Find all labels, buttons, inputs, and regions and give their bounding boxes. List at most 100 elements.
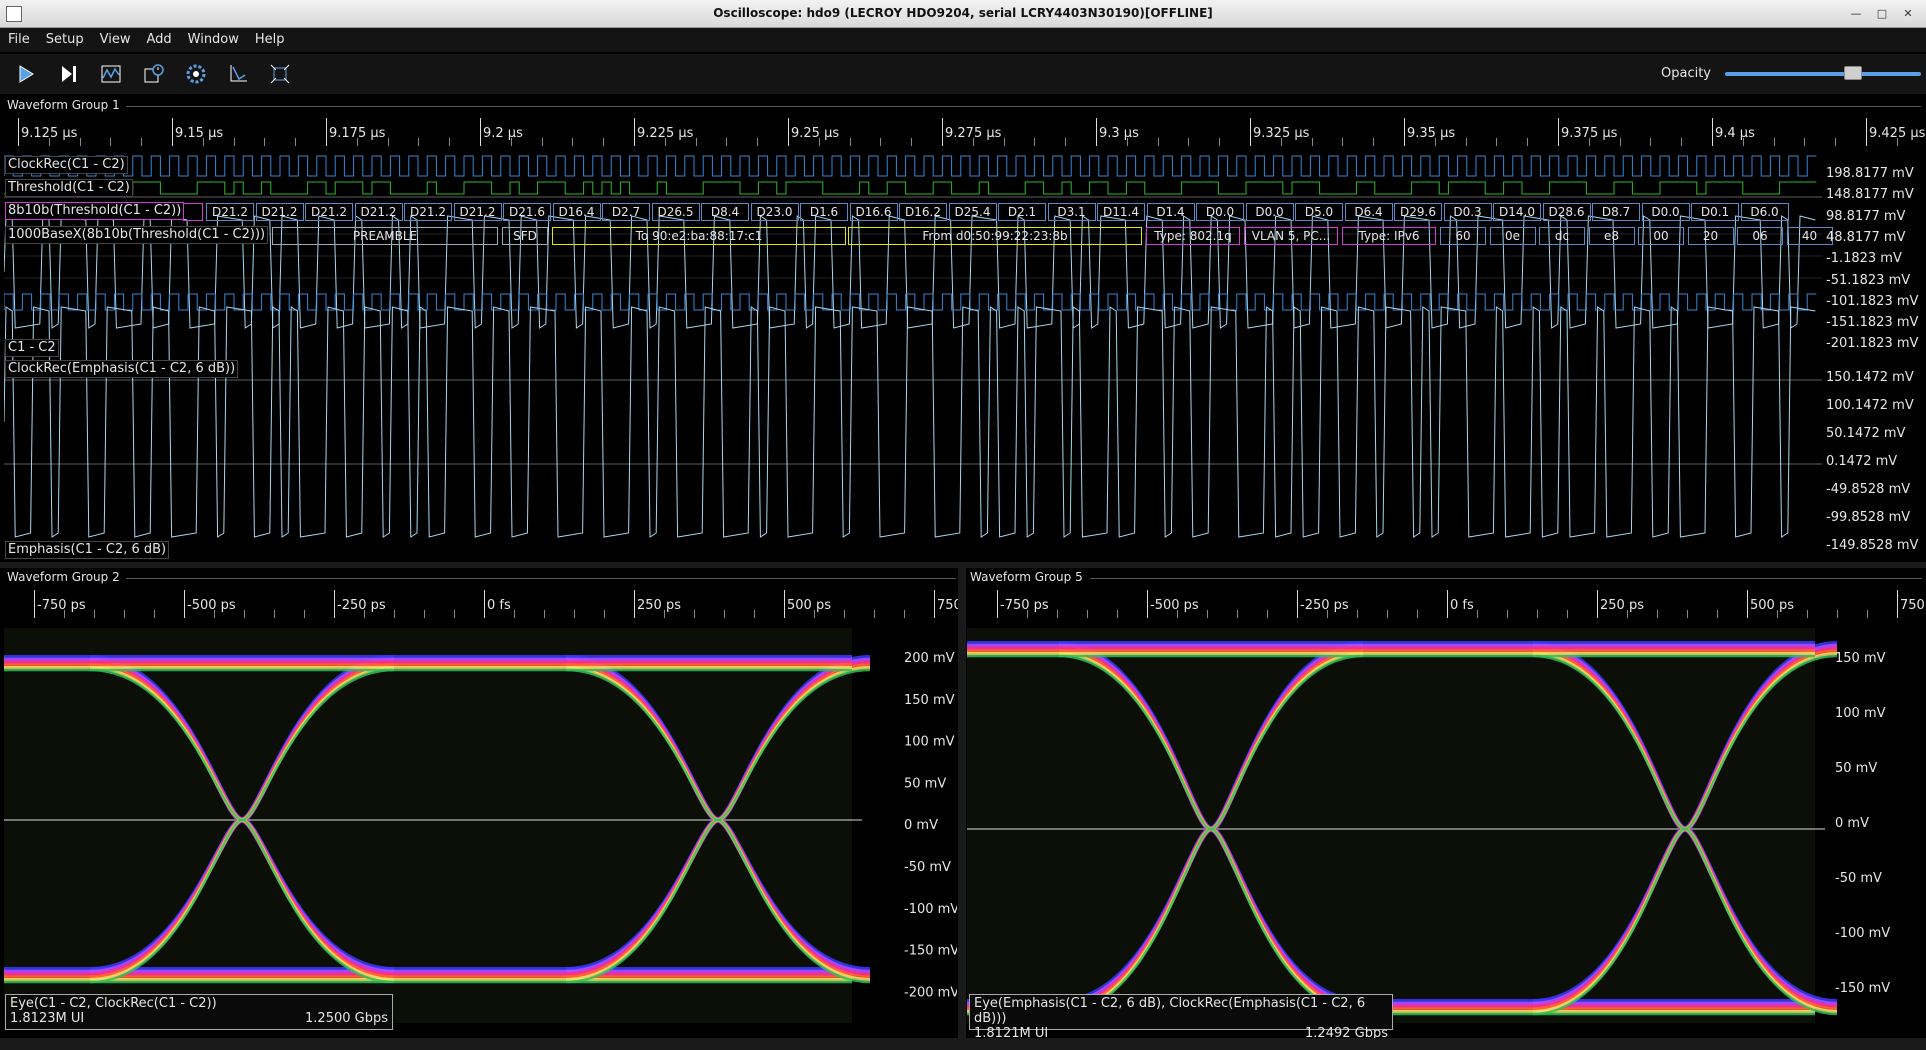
group1-tick-label: 9.375 µs — [1561, 126, 1618, 141]
symbol-8b10b[interactable]: D21.2 — [354, 203, 403, 221]
symbol-8b10b[interactable]: D21.2 — [404, 203, 452, 221]
menu-view[interactable]: View — [92, 28, 139, 52]
packet-byte[interactable]: 20 — [1687, 227, 1734, 245]
group1-tick-label: 9.35 µs — [1407, 126, 1456, 141]
close-icon[interactable]: ✕ — [1898, 5, 1918, 23]
emphasis-label[interactable]: Emphasis(C1 - C2, 6 dB) — [5, 541, 170, 559]
group5-tick-label: 250 ps — [1600, 598, 1644, 613]
packet-byte[interactable]: 0e — [1489, 227, 1536, 245]
group2-divider — [126, 578, 956, 579]
packet-byte[interactable]: 00 — [1638, 227, 1684, 245]
yaxis-label: -150 mV — [904, 944, 957, 959]
symbol-8b10b[interactable]: D28.6 — [1542, 203, 1591, 221]
yaxis-label: -99.8528 mV — [1826, 510, 1911, 525]
menu-window[interactable]: Window — [180, 28, 247, 52]
group5-minor-tick — [1567, 610, 1568, 618]
history-icon[interactable] — [140, 60, 168, 88]
group1-minor-tick — [1311, 138, 1313, 146]
group1-minor-tick — [911, 138, 913, 146]
symbol-8b10b[interactable]: D25.4 — [948, 203, 997, 221]
symbol-8b10b[interactable]: D21.2 — [206, 203, 254, 221]
opacity-slider-thumb[interactable] — [1844, 66, 1862, 80]
symbol-8b10b[interactable]: D21.2 — [255, 203, 304, 221]
group2-tick-mark — [634, 590, 635, 618]
symbol-8b10b[interactable]: D16.2 — [899, 203, 947, 221]
menu-setup[interactable]: Setup — [38, 28, 92, 52]
symbol-8b10b[interactable]: D21.2 — [453, 203, 502, 221]
symbol-8b10b[interactable]: D6.4 — [1344, 203, 1393, 221]
packet-sfd[interactable]: SFD — [502, 227, 548, 245]
symbol-8b10b[interactable]: D8.7 — [1592, 203, 1640, 221]
packet-byte[interactable]: dc — [1539, 227, 1585, 245]
group2-eye-ui: 1.8123M UI — [10, 1011, 85, 1026]
clockrec-emphasis-label[interactable]: ClockRec(Emphasis(C1 - C2, 6 dB)) — [5, 360, 239, 378]
maximize-icon[interactable]: □ — [1872, 5, 1892, 23]
menu-help[interactable]: Help — [247, 28, 293, 52]
group5-eye-info[interactable]: Eye(Emphasis(C1 - C2, 6 dB), ClockRec(Em… — [969, 994, 1393, 1041]
symbol-8b10b[interactable]: D5.0 — [1295, 203, 1343, 221]
yaxis-label: 98.8177 mV — [1826, 208, 1906, 224]
symbol-8b10b[interactable]: D0.0 — [1196, 203, 1244, 221]
symbol-8b10b[interactable]: D3.1 — [1047, 203, 1096, 221]
group1-minor-tick — [1527, 138, 1529, 146]
step-icon[interactable] — [55, 60, 83, 88]
packet-byte[interactable]: e8 — [1588, 227, 1635, 245]
group2-minor-tick — [514, 610, 515, 618]
symbol-8b10b[interactable]: D11.4 — [1097, 203, 1145, 221]
group1-timeline[interactable]: 9.125 µs 9.15 µs 9.175 µs 9.2 µs 9.225 µs 9.2… — [4, 114, 1925, 148]
symbol-8b10b[interactable]: D2.7 — [602, 203, 650, 221]
minimize-icon[interactable]: — — [1846, 5, 1866, 23]
threshold-label[interactable]: Threshold(C1 - C2) — [5, 179, 133, 197]
yaxis-label: 150 mV — [1835, 651, 1886, 666]
group1-tick-mark — [480, 118, 481, 146]
c1-c2-label[interactable]: C1 - C2 — [5, 339, 59, 357]
symbol-8b10b[interactable]: D14.0 — [1493, 203, 1541, 221]
fullscreen-icon[interactable] — [266, 60, 294, 88]
symbol-8b10b[interactable]: D21.6 — [503, 203, 551, 221]
symbol-8b10b[interactable]: D16.6 — [849, 203, 898, 221]
menu-add[interactable]: Add — [138, 28, 179, 52]
symbol-8b10b[interactable]: D6.0 — [1740, 203, 1789, 221]
group2-eye-plot[interactable]: 200 mV 150 mV 100 mV 50 mV 0 mV -50 mV -100 mV… — [4, 620, 957, 1030]
packet-src-mac[interactable]: From d0:50:99:22:23:8b — [848, 227, 1142, 245]
symbol-8b10b[interactable]: D2.1 — [998, 203, 1046, 221]
play-icon[interactable] — [12, 60, 40, 88]
group2-timeline[interactable]: -750 ps -500 ps -250 ps 0 fs 250 ps 500 ps 750 — [4, 586, 962, 620]
symbol-8b10b[interactable]: D0.0 — [1641, 203, 1690, 221]
symbol-8b10b-comma[interactable] — [183, 203, 203, 221]
group5-eye-plot[interactable]: 150 mV 100 mV 50 mV 0 mV -50 mV -100 mV -150 m… — [967, 620, 1922, 1030]
symbol-8b10b[interactable]: D23.0 — [750, 203, 799, 221]
packet-dst-mac[interactable]: To 90:e2:ba:88:17:c1 — [552, 227, 846, 245]
packet-ethertype-ipv6[interactable]: Type: IPv6 — [1342, 227, 1436, 245]
group5-timeline[interactable]: -750 ps -500 ps -250 ps 0 fs 250 ps 500 ps 750 — [967, 586, 1925, 620]
waveform-icon[interactable] — [97, 60, 125, 88]
packet-byte[interactable]: 60 — [1440, 227, 1486, 245]
group1-minor-tick — [1065, 138, 1067, 146]
packet-ethertype[interactable]: Type: 802.1q — [1146, 227, 1240, 245]
packet-vlan[interactable]: VLAN 5, PC... — [1244, 227, 1338, 245]
opacity-slider[interactable] — [1725, 72, 1921, 76]
packet-preamble[interactable]: PREAMBLE — [272, 227, 498, 245]
symbol-8b10b[interactable]: D8.4 — [701, 203, 749, 221]
measure-icon[interactable] — [224, 60, 252, 88]
menu-file[interactable]: File — [0, 28, 38, 52]
symbol-8b10b[interactable]: D26.5 — [651, 203, 700, 221]
symbol-8b10b[interactable]: D21.2 — [305, 203, 353, 221]
symbol-8b10b[interactable]: D16.4 — [552, 203, 601, 221]
symbol-8b10b[interactable]: D0.3 — [1443, 203, 1492, 221]
symbol-8b10b[interactable]: D29.6 — [1394, 203, 1442, 221]
symbol-8b10b[interactable]: D0.1 — [1691, 203, 1739, 221]
yaxis-label: -100 mV — [904, 902, 957, 917]
clockrec-label[interactable]: ClockRec(C1 - C2) — [5, 156, 128, 174]
symbol-8b10b[interactable]: D1.6 — [800, 203, 848, 221]
symbol-8b10b[interactable]: D1.4 — [1146, 203, 1195, 221]
1000basex-label[interactable]: 1000BaseX(8b10b(Threshold(C1 - C2))) — [5, 226, 269, 244]
group1-tick-mark — [1404, 118, 1405, 146]
vertical-splitter[interactable] — [958, 568, 966, 1038]
settings-icon[interactable] — [182, 60, 210, 88]
8b10b-label[interactable]: 8b10b(Threshold(C1 - C2)) — [5, 202, 185, 220]
group2-minor-tick — [604, 610, 605, 618]
group2-eye-info[interactable]: Eye(C1 - C2, ClockRec(C1 - C2)) 1.8123M … — [5, 994, 393, 1030]
packet-byte[interactable]: 06 — [1737, 227, 1783, 245]
symbol-8b10b[interactable]: D0.0 — [1245, 203, 1294, 221]
